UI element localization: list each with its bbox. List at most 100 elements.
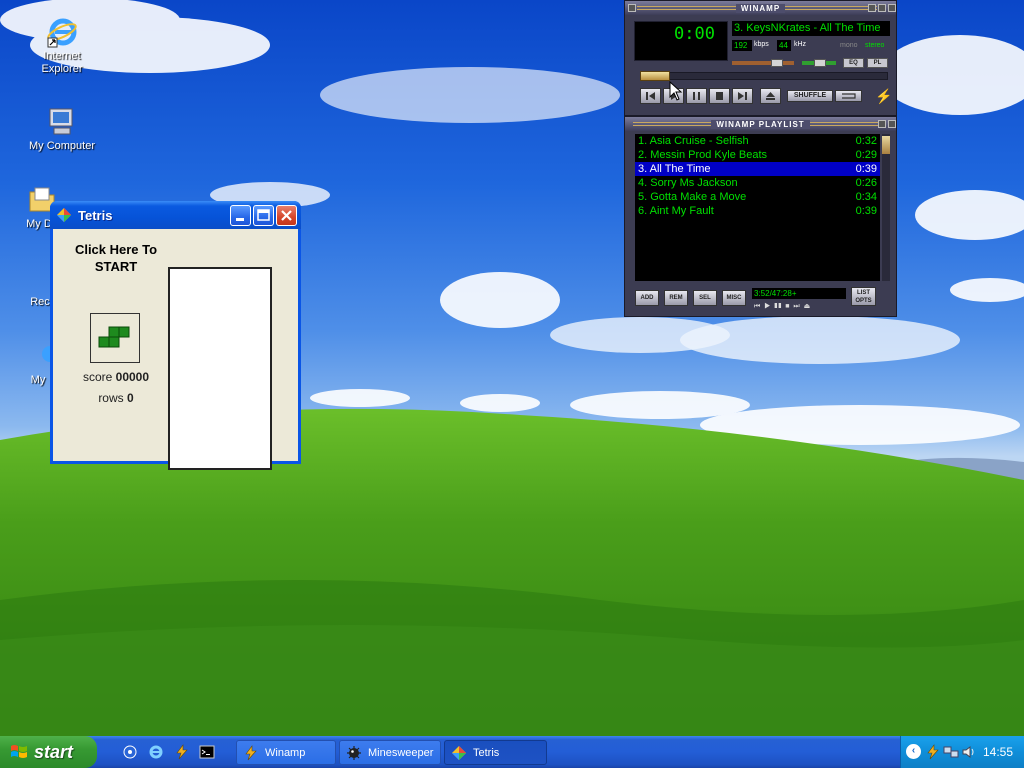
shuffle-button[interactable]: SHUFFLE	[787, 90, 833, 102]
stop-icon	[716, 92, 723, 100]
maximize-icon	[257, 208, 270, 221]
system-tray: ‹ 14:55	[900, 736, 1024, 768]
window-title: Tetris	[78, 207, 113, 223]
repeat-button[interactable]	[835, 90, 862, 102]
desktop-icon-label: My Computer	[28, 140, 96, 152]
playlist-item[interactable]: 1. Asia Cruise - Selfish 0:32	[635, 134, 880, 148]
track-length: 0:32	[855, 135, 877, 147]
winamp-playlist-window: WINAMP PLAYLIST 1. Asia Cruise - Selfish…	[624, 116, 897, 317]
track-length: 0:26	[855, 177, 877, 189]
playlist-time-display: 3:52/47:28+	[752, 288, 846, 299]
playlist-close-button[interactable]	[888, 120, 896, 128]
tetris-window: Tetris Click Here To START score 00000 r…	[50, 201, 301, 470]
volume-knob[interactable]	[771, 59, 783, 67]
start-game-button[interactable]: Click Here To START	[61, 241, 171, 275]
select-button[interactable]: SEL	[693, 290, 717, 306]
rows-value: 0	[127, 391, 134, 405]
winamp-close-button[interactable]	[888, 4, 896, 12]
bitrate-unit: kbps	[754, 41, 769, 48]
tetris-body: Click Here To START score 00000 rows 0	[53, 229, 298, 470]
playlist-item[interactable]: 5. Gotta Make a Move 0:34	[635, 190, 880, 204]
playlist-item-current[interactable]: 3. All The Time 0:39	[635, 162, 880, 176]
balance-knob[interactable]	[814, 59, 826, 67]
quicklaunch-cmd-icon[interactable]	[199, 744, 215, 760]
desktop-icon-label: Internet Explorer	[41, 50, 83, 75]
seek-bar[interactable]	[640, 72, 888, 80]
next-icon	[738, 92, 747, 100]
tray-network-icon[interactable]	[943, 744, 959, 760]
playlist-scroll-thumb[interactable]	[882, 136, 890, 154]
next-button[interactable]	[732, 88, 753, 104]
repeat-icon	[842, 93, 856, 99]
playlist-mini-controls[interactable]: ⏮ ▶ ❚❚ ■ ⏭ ⏏	[754, 302, 811, 311]
rows-label: rows	[98, 391, 124, 405]
score-value: 00000	[115, 370, 150, 384]
quicklaunch-ie-icon[interactable]	[148, 744, 164, 760]
start-label: start	[34, 741, 74, 762]
playlist-scrollbar[interactable]	[882, 134, 890, 281]
track-length: 0:34	[855, 191, 877, 203]
quicklaunch-desktop-icon[interactable]	[122, 744, 138, 760]
internet-explorer-icon	[46, 16, 78, 48]
clock[interactable]: 14:55	[983, 745, 1013, 759]
mono-indicator: mono	[840, 42, 858, 49]
playlist-item[interactable]: 6. Aint My Fault 0:39	[635, 204, 880, 218]
seek-knob[interactable]	[640, 71, 670, 81]
winamp-logo-icon[interactable]: ⚡	[875, 88, 892, 105]
start-button[interactable]: start	[0, 736, 97, 768]
tetris-app-icon	[56, 207, 72, 223]
windows-logo-icon	[11, 745, 27, 758]
tetris-titlebar[interactable]: Tetris	[50, 201, 301, 229]
winamp-icon	[245, 744, 257, 760]
track-name: 3. All The Time	[638, 163, 711, 175]
previous-button[interactable]	[640, 88, 661, 104]
maximize-button[interactable]	[253, 204, 274, 226]
winamp-title: WINAMP	[735, 3, 786, 13]
close-icon	[281, 209, 292, 221]
add-button[interactable]: ADD	[635, 290, 659, 306]
stop-button[interactable]	[709, 88, 730, 104]
eject-button[interactable]	[760, 88, 781, 104]
playlist-item[interactable]: 2. Messin Prod Kyle Beats 0:29	[635, 148, 880, 162]
track-name: 6. Aint My Fault	[638, 205, 714, 217]
winamp-shade-button[interactable]	[878, 4, 886, 12]
taskbar-button-tetris[interactable]: Tetris	[444, 740, 547, 765]
tray-winamp-icon[interactable]	[925, 744, 941, 760]
track-name: 1. Asia Cruise - Selfish	[638, 135, 749, 147]
show-hidden-icons-button[interactable]: ‹	[906, 744, 921, 759]
score-label: score	[82, 370, 113, 384]
song-title-marquee[interactable]: 3. KeysNKrates - All The Time	[732, 21, 890, 36]
desktop-icon-my-computer[interactable]: My Computer	[22, 106, 102, 153]
playlist-toggle-button[interactable]: PL	[867, 58, 888, 68]
stereo-indicator: stereo	[865, 42, 885, 49]
quicklaunch-winamp-icon[interactable]	[174, 744, 190, 760]
previous-icon	[646, 92, 655, 100]
eq-toggle-button[interactable]: EQ	[843, 58, 864, 68]
winamp-titlebar[interactable]: WINAMP	[625, 1, 896, 15]
task-label: Minesweeper	[368, 746, 434, 759]
score-display: score 00000	[61, 370, 171, 384]
winamp-minimize-button[interactable]	[868, 4, 876, 12]
minimize-button[interactable]	[230, 204, 251, 226]
volume-slider[interactable]	[732, 61, 794, 65]
taskbar-button-minesweeper[interactable]: Minesweeper	[339, 740, 441, 765]
remove-button[interactable]: REM	[664, 290, 688, 306]
playlist-title: WINAMP PLAYLIST	[711, 119, 810, 129]
bitrate-value: 192	[732, 40, 752, 51]
winamp-time-display[interactable]: 0:00	[634, 21, 728, 61]
pause-button[interactable]	[686, 88, 707, 104]
list-options-button[interactable]: LIST OPTS	[851, 287, 876, 306]
tetris-board[interactable]	[168, 267, 272, 470]
winamp-main-window: WINAMP 0:00 3. KeysNKrates - All The Tim…	[624, 0, 897, 116]
taskbar-button-winamp[interactable]: Winamp	[236, 740, 336, 765]
misc-button[interactable]: MISC	[722, 290, 746, 306]
desktop-icon-internet-explorer[interactable]: Internet Explorer	[22, 16, 102, 76]
tray-volume-icon[interactable]	[961, 744, 977, 760]
samplerate-unit: kHz	[794, 41, 807, 48]
playlist-item[interactable]: 4. Sorry Ms Jackson 0:26	[635, 176, 880, 190]
close-button[interactable]	[276, 204, 297, 226]
playlist-shade-button[interactable]	[878, 120, 886, 128]
playlist-titlebar[interactable]: WINAMP PLAYLIST	[625, 117, 896, 131]
mine-icon	[347, 745, 361, 760]
winamp-menu-icon[interactable]	[628, 4, 636, 12]
